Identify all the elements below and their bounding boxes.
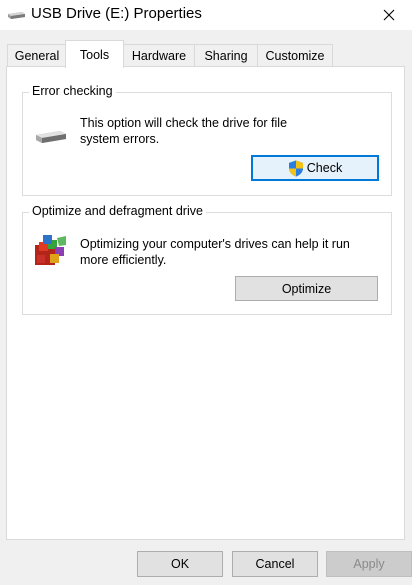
optimize-group: Optimize and defragment drive Optimizing… (22, 204, 392, 315)
tab-tools[interactable]: Tools (65, 40, 124, 68)
apply-button-label: Apply (353, 557, 385, 571)
optimize-title: Optimize and defragment drive (29, 204, 206, 218)
tab-general-label: General (14, 48, 60, 63)
cancel-button-label: Cancel (255, 557, 295, 571)
error-checking-desc-line1: This option will check the drive for fil… (80, 116, 288, 130)
close-icon (383, 9, 395, 21)
tab-tools-label: Tools (79, 47, 110, 62)
apply-button[interactable]: Apply (326, 551, 412, 577)
tab-customize[interactable]: Customize (257, 44, 333, 66)
optimize-button[interactable]: Optimize (235, 276, 378, 301)
optimize-desc-line1: Optimizing your computer's drives can he… (80, 237, 350, 251)
usb-drive-icon (6, 8, 26, 22)
tab-customize-label: Customize (265, 48, 325, 63)
error-checking-desc-line2: system errors. (80, 132, 160, 146)
tab-sharing[interactable]: Sharing (194, 44, 258, 66)
tab-hardware-label: Hardware (131, 48, 187, 63)
error-checking-title: Error checking (29, 84, 116, 98)
error-checking-group: Error checking This option will check th… (22, 84, 392, 196)
cancel-button[interactable]: Cancel (232, 551, 318, 577)
error-checking-description: This option will check the drive for fil… (80, 115, 287, 147)
title-bar: USB Drive (E:) Properties (0, 0, 412, 30)
defrag-icon (33, 233, 69, 270)
tools-panel: Error checking This option will check th… (6, 66, 405, 540)
tab-sharing-label: Sharing (204, 48, 248, 63)
optimize-desc-line2: more efficiently. (80, 253, 167, 267)
check-button-label: Check (306, 161, 343, 175)
optimize-button-label: Optimize (281, 281, 332, 296)
tab-hardware[interactable]: Hardware (123, 44, 195, 66)
drive-icon (34, 126, 68, 149)
ok-button-label: OK (170, 557, 190, 571)
optimize-description: Optimizing your computer's drives can he… (80, 236, 350, 268)
tab-general[interactable]: General (7, 44, 67, 66)
ok-button[interactable]: OK (137, 551, 223, 577)
close-button[interactable] (366, 0, 412, 30)
window-title: USB Drive (E:) Properties (31, 5, 202, 22)
check-button[interactable]: Check (251, 155, 379, 181)
uac-shield-icon (288, 160, 304, 177)
